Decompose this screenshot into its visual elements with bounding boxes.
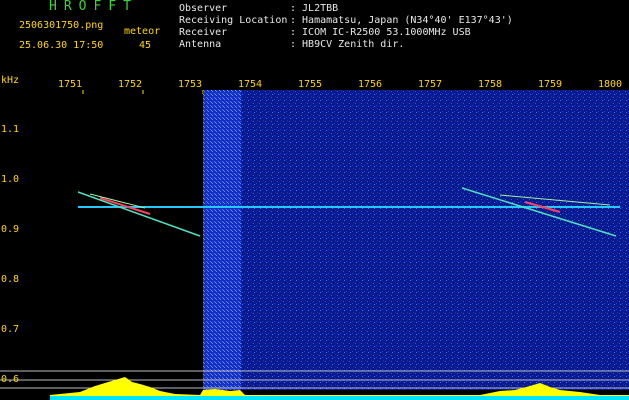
x-tick-label: 1758 — [478, 79, 503, 90]
mode-label: meteor — [124, 26, 161, 37]
y-tick-label: 0.6 — [1, 374, 20, 385]
y-tick-label: 0.8 — [1, 274, 20, 285]
spectrogram — [0, 90, 629, 400]
x-tick-label: 1756 — [358, 79, 383, 90]
observer-value: : JL2TBB — [290, 3, 339, 14]
location-label: Receiving Location — [179, 15, 288, 26]
x-tick-label: 1755 — [298, 79, 323, 90]
y-tick-label: 0.9 — [1, 224, 20, 235]
noise-band — [203, 90, 241, 390]
noise-field — [203, 90, 629, 390]
y-tick-label: 1.0 — [1, 174, 20, 185]
y-tick-label: 0.7 — [1, 324, 20, 335]
file-name: 2506301750.png — [19, 20, 104, 31]
antenna-label: Antenna — [179, 39, 222, 50]
app-title: HROFFT — [49, 0, 138, 14]
observer-label: Observer — [179, 3, 228, 14]
x-tick-label: 1751 — [58, 79, 83, 90]
timestamp: 25.06.30 17:50 — [19, 40, 104, 51]
x-tick-label: 1757 — [418, 79, 443, 90]
x-tick-label: 1753 — [178, 79, 203, 90]
receiver-value: : ICOM IC-R2500 53.1000MHz USB — [290, 27, 471, 38]
meteor-trail-left — [77, 191, 201, 237]
x-tick-label: 1800 — [598, 79, 623, 90]
receiver-label: Receiver — [179, 27, 228, 38]
x-tick-label: 1759 — [538, 79, 563, 90]
meteor-count: 45 — [139, 40, 152, 51]
y-tick-label: 1.1 — [1, 124, 20, 135]
x-tick-label: 1754 — [238, 79, 263, 90]
antenna-value: : HB9CV Zenith dir. — [290, 39, 405, 50]
location-value: : Hamamatsu, Japan (N34°40' E137°43') — [290, 15, 513, 26]
y-axis-unit: kHz — [1, 75, 20, 86]
bottom-base — [50, 396, 629, 400]
x-tick-label: 1752 — [118, 79, 143, 90]
